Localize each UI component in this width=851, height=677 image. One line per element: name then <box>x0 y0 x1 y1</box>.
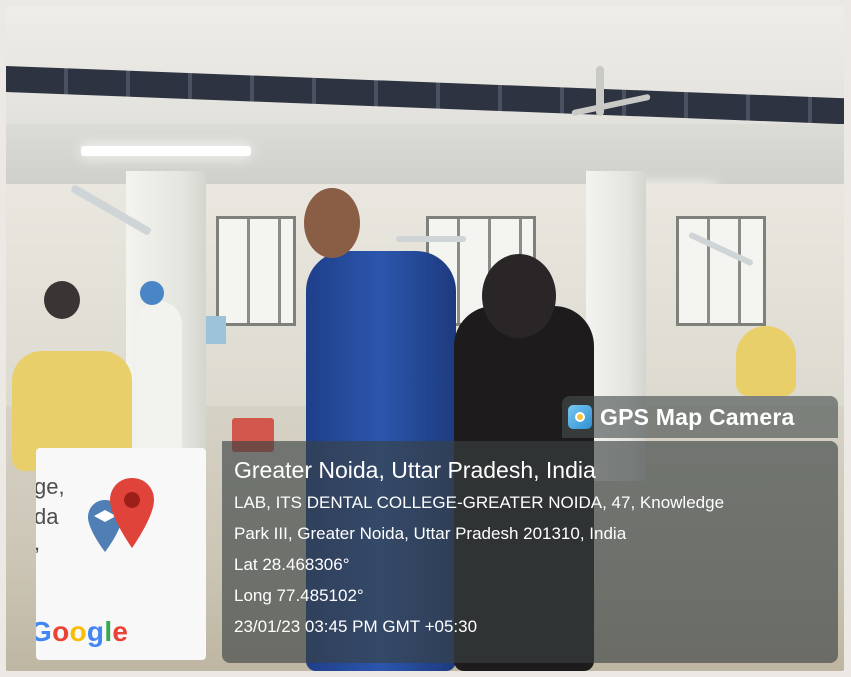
gps-map-camera-badge: GPS Map Camera <box>562 396 838 438</box>
map-text-fragment: da <box>36 504 59 529</box>
dental-chair <box>736 326 796 396</box>
map-text-fragment: ge, <box>36 474 65 499</box>
google-logo-letter: e <box>112 616 129 647</box>
address-line: Park III, Greater Noida, Uttar Pradesh 2… <box>234 524 627 543</box>
window <box>216 216 296 326</box>
timestamp-text: 23/01/23 03:45 PM GMT +05:30 <box>234 617 478 636</box>
ceiling-fan-blade <box>596 66 604 116</box>
google-logo-letter: g <box>86 616 105 647</box>
latitude-text: Lat 28.468306° <box>234 555 350 574</box>
camera-app-icon <box>568 405 592 429</box>
woman-head <box>482 254 556 338</box>
map-thumbnail[interactable]: ge, da , Google <box>36 448 206 660</box>
background-person-head <box>44 281 80 319</box>
background-person-head <box>140 281 164 305</box>
dental-lamp-arm <box>396 236 466 242</box>
badge-title: GPS Map Camera <box>600 403 795 430</box>
location-info-panel: Greater Noida, Uttar Pradesh, India LAB,… <box>222 441 838 663</box>
city-line: Greater Noida, Uttar Pradesh, India <box>234 457 596 483</box>
longitude-text: Long 77.485102° <box>234 586 364 605</box>
google-logo-letter: o <box>52 616 70 647</box>
google-logo-letter: o <box>69 616 87 647</box>
google-logo-letter: G <box>36 616 53 647</box>
address-line: LAB, ITS DENTAL COLLEGE-GREATER NOIDA, 4… <box>234 493 725 512</box>
man-head <box>304 188 360 258</box>
map-text-fragment: , <box>36 532 40 554</box>
google-logo: Google <box>36 616 128 648</box>
background-person <box>136 301 182 451</box>
location-pin-icon <box>110 478 154 548</box>
tube-light <box>81 146 251 156</box>
